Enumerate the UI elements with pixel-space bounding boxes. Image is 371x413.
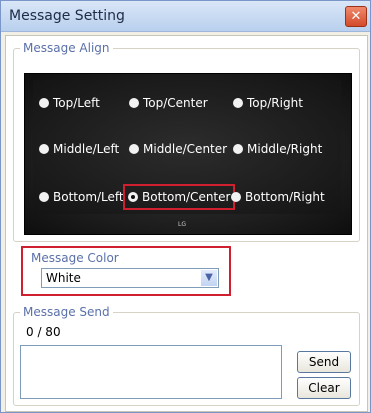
align-option-bottom-right[interactable]: Bottom/Right: [231, 186, 325, 208]
align-option-top-left[interactable]: Top/Left: [39, 92, 100, 114]
message-color-group: Message Color White ▼: [21, 246, 231, 296]
radio-icon: [39, 144, 49, 154]
message-setting-window: Message Setting ✕ Message Align Top/Left…: [0, 0, 371, 413]
radio-checked-icon: [128, 192, 138, 202]
option-label: Bottom/Left: [53, 190, 124, 204]
align-option-middle-center[interactable]: Middle/Center: [129, 138, 227, 160]
option-label: Top/Left: [53, 96, 100, 110]
option-label: Top/Center: [143, 96, 208, 110]
option-label: Bottom/Center: [142, 190, 231, 204]
align-option-top-center[interactable]: Top/Center: [129, 92, 208, 114]
radio-icon: [233, 98, 243, 108]
align-option-bottom-left[interactable]: Bottom/Left: [39, 186, 124, 208]
message-color-select[interactable]: White ▼: [41, 268, 219, 288]
option-label: Top/Right: [247, 96, 303, 110]
dialog-body: Message Align Top/Left Top/Center Top/Ri…: [5, 35, 368, 412]
title-bar[interactable]: Message Setting ✕: [1, 1, 370, 32]
message-align-legend: Message Align: [20, 41, 113, 55]
message-send-group: Message Send 0 / 80 Send Clear: [13, 305, 360, 406]
align-option-top-right[interactable]: Top/Right: [233, 92, 303, 114]
message-send-legend: Message Send: [20, 305, 113, 319]
chevron-down-icon[interactable]: ▼: [201, 270, 217, 286]
clear-button[interactable]: Clear: [297, 377, 351, 399]
radio-icon: [231, 192, 241, 202]
message-input[interactable]: [20, 345, 282, 399]
radio-icon: [129, 98, 139, 108]
tv-preview: Top/Left Top/Center Top/Right Middle/Lef…: [24, 73, 352, 235]
option-label: Middle/Left: [53, 142, 120, 156]
radio-icon: [39, 98, 49, 108]
send-button[interactable]: Send: [297, 351, 351, 373]
radio-icon: [233, 144, 243, 154]
tv-screen: Top/Left Top/Center Top/Right Middle/Lef…: [33, 80, 341, 214]
close-icon: ✕: [350, 9, 362, 24]
radio-icon: [129, 144, 139, 154]
message-color-legend: Message Color: [31, 251, 119, 265]
align-option-middle-right[interactable]: Middle/Right: [233, 138, 322, 160]
option-label: Bottom/Right: [245, 190, 325, 204]
option-label: Middle/Right: [247, 142, 323, 156]
tv-brand-logo: LG: [178, 221, 186, 228]
align-option-bottom-center[interactable]: Bottom/Center: [123, 184, 236, 210]
window-title: Message Setting: [9, 8, 125, 24]
message-color-value: White: [46, 271, 81, 285]
option-label: Middle/Center: [143, 142, 228, 156]
character-counter: 0 / 80: [26, 325, 61, 339]
message-align-group: Message Align Top/Left Top/Center Top/Ri…: [13, 41, 360, 242]
close-button[interactable]: ✕: [345, 6, 367, 27]
radio-icon: [39, 192, 49, 202]
align-option-middle-left[interactable]: Middle/Left: [39, 138, 119, 160]
